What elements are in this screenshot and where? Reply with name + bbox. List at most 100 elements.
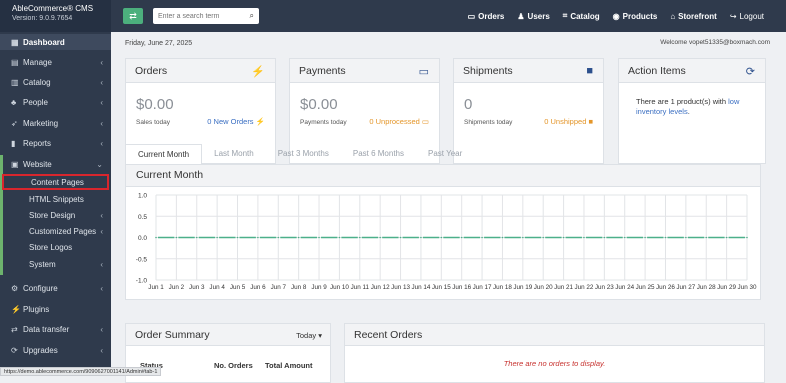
shipments-card-title: Shipments <box>463 65 513 77</box>
sidebar-item-marketing[interactable]: ➶ Marketing ‹ <box>0 115 111 131</box>
data-point[interactable] <box>420 236 422 239</box>
sidebar-item-upgrades[interactable]: ⟳ Upgrades ‹ <box>0 342 111 358</box>
payments-label: Payments today <box>300 119 347 126</box>
storefront-icon: ⌂ <box>670 11 676 21</box>
sidebar-item-configure[interactable]: ⚙ Configure ‹ <box>0 280 111 296</box>
sidebar-item-label: Reports <box>23 138 52 148</box>
data-point[interactable] <box>583 236 585 239</box>
data-point[interactable] <box>297 236 300 239</box>
tab-past-year[interactable]: Past Year <box>416 144 474 164</box>
data-point[interactable] <box>562 236 565 239</box>
data-point[interactable] <box>623 236 626 239</box>
x-tick-label: Jun 16 <box>452 284 471 291</box>
main-content: Friday, June 27, 2025 Welcome vopet51335… <box>111 32 786 383</box>
data-point[interactable] <box>440 236 443 239</box>
col-no-orders[interactable]: No. Orders <box>214 361 253 370</box>
brand[interactable]: AbleCommerce® CMS Version: 9.0.9.7654 <box>0 0 111 32</box>
search-icon[interactable]: ⌕ <box>250 11 254 21</box>
chevron-icon: ‹ <box>100 345 103 355</box>
data-point[interactable] <box>277 236 280 239</box>
data-point[interactable] <box>399 236 402 239</box>
sales-chart: 1.0 0.5 0.0 -0.5 -1.0Jun 1 Jun 2 Jun 3 Jun 4 Jun… <box>136 193 757 292</box>
x-tick-label: Jun 10 <box>330 284 349 291</box>
x-tick-label: Jun 20 <box>534 284 553 291</box>
x-tick-label: Jun 12 <box>371 284 390 291</box>
sidebar-subitem-content-pages[interactable]: Content Pages <box>2 174 109 190</box>
credit-card-small-icon: ▭ <box>421 117 429 126</box>
y-tick-label: -0.5 <box>136 256 148 263</box>
topnav-logout-link[interactable]: ↪ Logout <box>730 11 764 21</box>
sidebar-item-manage[interactable]: ▤ Manage ‹ <box>0 54 111 70</box>
col-total-amount[interactable]: Total Amount <box>265 361 313 370</box>
topnav-orders-link[interactable]: ▭ Orders <box>468 11 505 21</box>
sidebar-subitem-system[interactable]: System ‹ <box>2 256 109 272</box>
tab-current-month[interactable]: Current Month <box>125 144 203 164</box>
new-orders-link[interactable]: 0 New Orders ⚡ <box>207 117 265 126</box>
data-point[interactable] <box>705 236 708 239</box>
payments-value: $0.00 <box>300 96 338 113</box>
current-date: Friday, June 27, 2025 <box>125 40 193 47</box>
x-tick-label: Jun 28 <box>697 284 716 291</box>
sidebar-item-data-transfer[interactable]: ⇄ Data transfer ‹ <box>0 321 111 337</box>
sidebar-toggle-button[interactable]: ⇄ <box>123 8 143 24</box>
data-point[interactable] <box>175 236 178 239</box>
logout-icon: ↪ <box>729 11 737 21</box>
data-point[interactable] <box>460 236 463 239</box>
data-point[interactable] <box>379 236 381 239</box>
payments-card-title: Payments <box>299 65 346 77</box>
data-point[interactable] <box>725 236 728 239</box>
refresh-icon[interactable]: ⟳ <box>746 65 755 78</box>
unprocessed-payments-link[interactable]: 0 Unprocessed ▭ <box>369 117 429 126</box>
data-point[interactable] <box>501 236 504 239</box>
data-point[interactable] <box>685 236 687 239</box>
data-point[interactable] <box>644 236 646 239</box>
sidebar-item-label: Data transfer <box>23 324 70 334</box>
x-tick-label: Jun 26 <box>656 284 675 291</box>
data-point[interactable] <box>236 236 239 239</box>
catalog-icon: ▥ <box>11 77 19 87</box>
data-transfer-icon: ⇄ <box>11 324 18 334</box>
chevron-icon: ‹ <box>100 138 103 148</box>
data-point[interactable] <box>257 236 259 239</box>
search-input[interactable] <box>158 9 244 23</box>
sidebar-subitem-html-snippets[interactable]: HTML Snippets <box>2 191 109 207</box>
orders-card-title: Orders <box>135 65 168 77</box>
data-point[interactable] <box>318 236 320 239</box>
data-point[interactable] <box>603 236 606 239</box>
sidebar-item-catalog[interactable]: ▥ Catalog ‹ <box>0 74 111 90</box>
app-name: AbleCommerce® CMS <box>12 4 94 13</box>
sidebar-item-dashboard[interactable]: ▦ Dashboard <box>0 34 111 50</box>
topnav-products-link[interactable]: ◉ Products <box>613 11 658 21</box>
data-point[interactable] <box>481 236 483 239</box>
tab-past-3-months[interactable]: Past 3 Months <box>266 144 341 164</box>
data-point[interactable] <box>358 236 361 239</box>
sidebar-subitem-store-logos[interactable]: Store Logos <box>2 239 109 255</box>
unshipped-link[interactable]: 0 Unshipped ■ <box>544 117 593 126</box>
sidebar-item-plugins[interactable]: ⚡ Plugins <box>0 301 111 317</box>
x-tick-label: Jun 24 <box>615 284 634 291</box>
data-point[interactable] <box>155 236 157 239</box>
data-point[interactable] <box>338 236 341 239</box>
data-point[interactable] <box>664 236 667 239</box>
tab-last-month[interactable]: Last Month <box>202 144 266 164</box>
data-point[interactable] <box>216 236 218 239</box>
sidebar-item-people[interactable]: ♣ People ‹ <box>0 94 111 110</box>
sidebar-item-reports[interactable]: ▮ Reports ‹ <box>0 135 111 151</box>
topnav-storefront-link[interactable]: ⌂ Storefront <box>670 11 717 21</box>
reports-icon: ▮ <box>11 138 16 148</box>
period-dropdown[interactable]: Today ▾ <box>296 331 322 340</box>
sidebar-subitem-customized-pages[interactable]: Customized Pages ‹ <box>2 223 109 239</box>
tab-past-6-months[interactable]: Past 6 Months <box>341 144 416 164</box>
topnav-catalog-link[interactable]: ⌗ Catalog <box>563 11 600 21</box>
data-point[interactable] <box>542 236 545 239</box>
sidebar-item-label: People <box>23 97 48 107</box>
data-point[interactable] <box>195 236 198 239</box>
chevron-icon: ‹ <box>100 97 103 107</box>
data-point[interactable] <box>522 236 524 239</box>
recent-orders-panel: Recent Orders There are no orders to dis… <box>344 323 765 383</box>
app-version: Version: 9.0.9.7654 <box>12 15 73 22</box>
topnav-users-link[interactable]: ♟ Users <box>517 11 549 21</box>
sidebar-subitem-store-design[interactable]: Store Design ‹ <box>2 207 109 223</box>
data-point[interactable] <box>746 236 748 239</box>
shipments-card: Shipments ■ 0 Shipments today 0 Unshipped… <box>453 58 604 164</box>
